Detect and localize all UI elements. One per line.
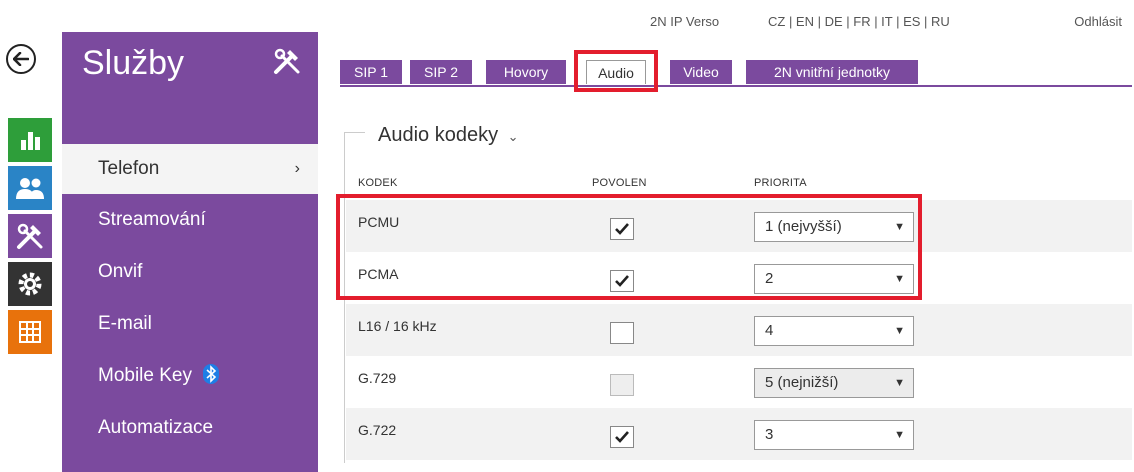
enabled-checkbox <box>610 374 634 396</box>
tab-sip-2[interactable]: SIP 2 <box>410 60 472 84</box>
codec-name: G.729 <box>358 370 397 386</box>
tab-hovory[interactable]: Hovory <box>486 60 566 84</box>
tab-underline <box>340 85 1132 87</box>
sidebar: Služby Telefon › Streamování Onvif E-mai… <box>62 32 318 472</box>
dropdown-arrow-icon: ▼ <box>894 377 905 389</box>
sidebar-item-label: Automatizace <box>98 417 214 438</box>
nav-status-button[interactable] <box>8 118 52 162</box>
codec-name: L16 / 16 kHz <box>358 318 437 334</box>
column-header-codec: KODEK <box>358 177 398 189</box>
device-name: 2N IP Verso <box>650 14 720 29</box>
sidebar-item-label: Streamování <box>98 209 206 230</box>
sidebar-item-label: E-mail <box>98 313 152 334</box>
dropdown-arrow-icon: ▼ <box>894 325 905 337</box>
tab-2n-vnitrni-jednotky[interactable]: 2N vnitřní jednotky <box>746 60 918 84</box>
sidebar-title: Služby <box>82 44 185 82</box>
chevron-right-icon: › <box>294 160 300 177</box>
bar-chart-icon <box>21 132 40 150</box>
enabled-checkbox[interactable] <box>610 322 634 344</box>
grid-icon <box>19 321 41 343</box>
priority-select: 5 (nejnižší) ▼ <box>754 368 914 398</box>
sidebar-item-email[interactable]: E-mail <box>62 298 318 350</box>
bluetooth-icon <box>203 363 220 384</box>
sidebar-item-streamovani[interactable]: Streamování <box>62 194 318 246</box>
priority-value: 3 <box>765 426 774 443</box>
sidebar-item-onvif[interactable]: Onvif <box>62 246 318 298</box>
codec-name: G.722 <box>358 422 397 438</box>
checkmark-icon <box>615 431 629 443</box>
column-header-enabled: POVOLEN <box>592 177 647 189</box>
tools-icon <box>17 223 43 249</box>
tab-sip-1[interactable]: SIP 1 <box>340 60 402 84</box>
nav-system-button[interactable] <box>8 310 52 354</box>
tab-video[interactable]: Video <box>670 60 732 84</box>
sidebar-menu: Telefon › Streamování Onvif E-mail Mobil… <box>62 144 318 454</box>
enabled-checkbox[interactable] <box>610 426 634 448</box>
section-title-text: Audio kodeky <box>378 124 499 146</box>
priority-select[interactable]: 4 ▼ <box>754 316 914 346</box>
dropdown-arrow-icon: ▼ <box>894 429 905 441</box>
tools-icon <box>272 46 302 81</box>
nav-hardware-button[interactable] <box>8 262 52 306</box>
nav-services-button[interactable] <box>8 214 52 258</box>
back-arrow-icon <box>13 52 29 66</box>
column-header-priority: PRIORITA <box>754 177 807 189</box>
logout-link[interactable]: Odhlásit <box>1074 14 1122 29</box>
highlight-frame-audio-tab <box>574 50 658 92</box>
table-row: G.729 5 (nejnižší) ▼ <box>346 356 1132 408</box>
sidebar-item-label: Mobile Key <box>98 365 192 386</box>
nav-directory-button[interactable] <box>8 166 52 210</box>
table-row: G.722 3 ▼ <box>346 408 1132 460</box>
sidebar-item-mobile-key[interactable]: Mobile Key <box>62 350 318 402</box>
chevron-down-icon: ⌄ <box>507 129 519 144</box>
sidebar-item-label: Telefon <box>98 158 160 179</box>
priority-select[interactable]: 3 ▼ <box>754 420 914 450</box>
sidebar-item-label: Onvif <box>98 261 143 282</box>
back-button[interactable] <box>6 44 36 74</box>
language-switcher[interactable]: CZ | EN | DE | FR | IT | ES | RU <box>768 14 950 29</box>
main-nav-icons <box>8 118 56 358</box>
priority-value: 5 (nejnižší) <box>765 374 839 391</box>
users-icon <box>16 178 44 199</box>
gear-icon <box>18 272 42 296</box>
section-title[interactable]: Audio kodeky ⌄ <box>378 124 519 147</box>
sidebar-item-telefon[interactable]: Telefon › <box>62 144 318 194</box>
highlight-frame-codec-rows <box>336 194 922 300</box>
table-row: L16 / 16 kHz 4 ▼ <box>346 304 1132 356</box>
priority-value: 4 <box>765 322 774 339</box>
sidebar-item-automatizace[interactable]: Automatizace <box>62 402 318 454</box>
